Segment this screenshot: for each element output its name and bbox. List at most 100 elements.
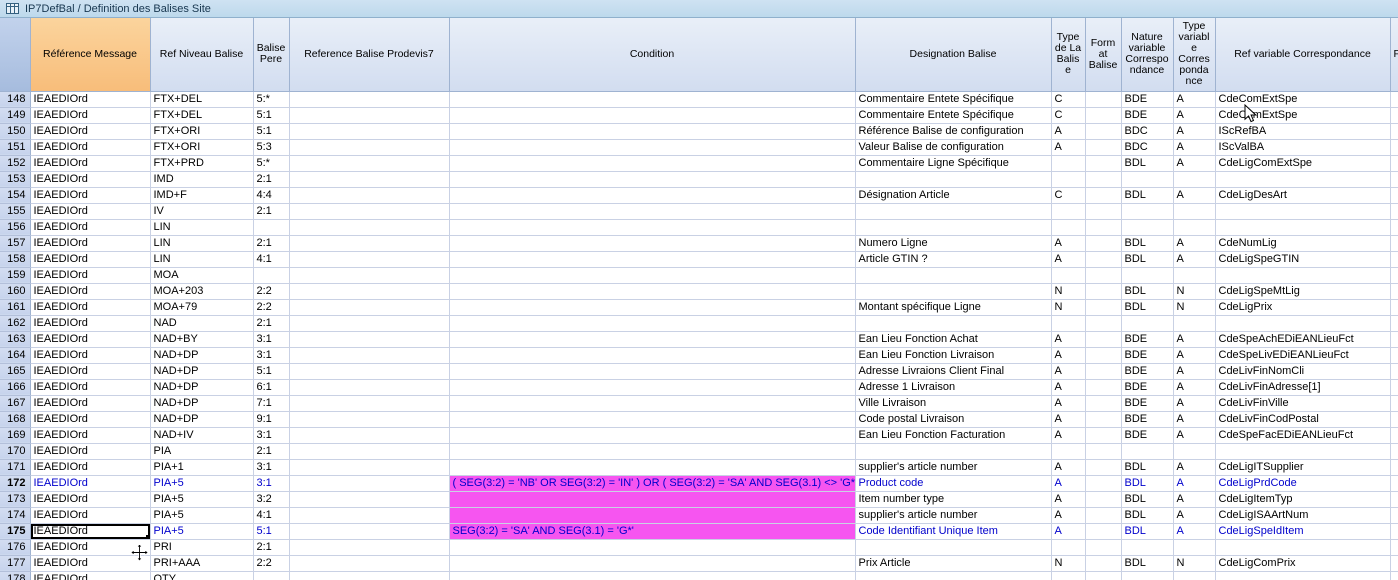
cell-166-ref_prodevis7[interactable] — [289, 379, 449, 395]
cell-148-ref_message[interactable]: IEAEDIOrd — [30, 91, 150, 107]
cell-165-nature_var[interactable]: BDE — [1121, 363, 1173, 379]
cell-163-balise_pere[interactable]: 3:1 — [253, 331, 289, 347]
column-header-partial[interactable]: F — [1390, 18, 1398, 91]
cell-162-designation[interactable] — [855, 315, 1051, 331]
cell-175-ref_var[interactable]: CdeLigSpeIdItem — [1215, 523, 1390, 539]
cell-159-type_balise[interactable] — [1051, 267, 1085, 283]
cell-175-designation[interactable]: Code Identifiant Unique Item — [855, 523, 1051, 539]
cell-154-type_var[interactable]: A — [1173, 187, 1215, 203]
cell-167-designation[interactable]: Ville Livraison — [855, 395, 1051, 411]
cell-150-ref_prodevis7[interactable] — [289, 123, 449, 139]
cell-169-balise_pere[interactable]: 3:1 — [253, 427, 289, 443]
cell-168-balise_pere[interactable]: 9:1 — [253, 411, 289, 427]
cell-178-type_var[interactable] — [1173, 571, 1215, 580]
cell-176-ref_niveau[interactable]: PRI — [150, 539, 253, 555]
row-header-176[interactable]: 176 — [0, 539, 30, 555]
cell-172-ref_var[interactable]: CdeLigPrdCode — [1215, 475, 1390, 491]
cell-174-designation[interactable]: supplier's article number — [855, 507, 1051, 523]
cell-156-type_balise[interactable] — [1051, 219, 1085, 235]
cell-157-type_balise[interactable]: A — [1051, 235, 1085, 251]
cell-150-type_var[interactable]: A — [1173, 123, 1215, 139]
cell-161-type_var[interactable]: N — [1173, 299, 1215, 315]
cell-169-ref_niveau[interactable]: NAD+IV — [150, 427, 253, 443]
cell-166-designation[interactable]: Adresse 1 Livraison — [855, 379, 1051, 395]
cell-173-partial[interactable] — [1390, 491, 1398, 507]
cell-169-ref_var[interactable]: CdeSpeFacEDiEANLieuFct — [1215, 427, 1390, 443]
cell-148-ref_niveau[interactable]: FTX+DEL — [150, 91, 253, 107]
cell-171-condition[interactable] — [449, 459, 855, 475]
cell-167-ref_niveau[interactable]: NAD+DP — [150, 395, 253, 411]
cell-174-ref_var[interactable]: CdeLigISAArtNum — [1215, 507, 1390, 523]
cell-148-condition[interactable] — [449, 91, 855, 107]
cell-162-type_balise[interactable] — [1051, 315, 1085, 331]
row-header-164[interactable]: 164 — [0, 347, 30, 363]
cell-162-ref_prodevis7[interactable] — [289, 315, 449, 331]
cell-169-type_var[interactable]: A — [1173, 427, 1215, 443]
cell-153-type_var[interactable] — [1173, 171, 1215, 187]
cell-175-type_var[interactable]: A — [1173, 523, 1215, 539]
cell-175-condition[interactable]: SEG(3:2) = 'SA' AND SEG(3.1) = 'G*' — [449, 523, 855, 539]
cell-153-format_balise[interactable] — [1085, 171, 1121, 187]
cell-155-type_var[interactable] — [1173, 203, 1215, 219]
cell-169-format_balise[interactable] — [1085, 427, 1121, 443]
cell-170-condition[interactable] — [449, 443, 855, 459]
cell-166-balise_pere[interactable]: 6:1 — [253, 379, 289, 395]
cell-150-nature_var[interactable]: BDC — [1121, 123, 1173, 139]
cell-162-ref_message[interactable]: IEAEDIOrd — [30, 315, 150, 331]
cell-162-type_var[interactable] — [1173, 315, 1215, 331]
row-header-157[interactable]: 157 — [0, 235, 30, 251]
cell-172-type_var[interactable]: A — [1173, 475, 1215, 491]
cell-162-ref_niveau[interactable]: NAD — [150, 315, 253, 331]
cell-168-partial[interactable] — [1390, 411, 1398, 427]
cell-161-format_balise[interactable] — [1085, 299, 1121, 315]
cell-158-type_var[interactable]: A — [1173, 251, 1215, 267]
cell-172-designation[interactable]: Product code — [855, 475, 1051, 491]
cell-178-partial[interactable] — [1390, 571, 1398, 580]
cell-151-type_balise[interactable]: A — [1051, 139, 1085, 155]
cell-150-partial[interactable] — [1390, 123, 1398, 139]
cell-170-nature_var[interactable] — [1121, 443, 1173, 459]
cell-148-partial[interactable] — [1390, 91, 1398, 107]
row-header-155[interactable]: 155 — [0, 203, 30, 219]
cell-163-condition[interactable] — [449, 331, 855, 347]
cell-177-ref_niveau[interactable]: PRI+AAA — [150, 555, 253, 571]
cell-153-type_balise[interactable] — [1051, 171, 1085, 187]
cell-155-ref_message[interactable]: IEAEDIOrd — [30, 203, 150, 219]
cell-164-designation[interactable]: Ean Lieu Fonction Livraison — [855, 347, 1051, 363]
cell-168-ref_niveau[interactable]: NAD+DP — [150, 411, 253, 427]
row-header-174[interactable]: 174 — [0, 507, 30, 523]
cell-176-ref_message[interactable]: IEAEDIOrd — [30, 539, 150, 555]
cell-168-format_balise[interactable] — [1085, 411, 1121, 427]
cell-158-condition[interactable] — [449, 251, 855, 267]
cell-152-nature_var[interactable]: BDL — [1121, 155, 1173, 171]
cell-171-partial[interactable] — [1390, 459, 1398, 475]
cell-157-type_var[interactable]: A — [1173, 235, 1215, 251]
cell-152-condition[interactable] — [449, 155, 855, 171]
cell-151-format_balise[interactable] — [1085, 139, 1121, 155]
cell-156-balise_pere[interactable] — [253, 219, 289, 235]
row-header-168[interactable]: 168 — [0, 411, 30, 427]
cell-172-balise_pere[interactable]: 3:1 — [253, 475, 289, 491]
cell-164-type_var[interactable]: A — [1173, 347, 1215, 363]
cell-174-nature_var[interactable]: BDL — [1121, 507, 1173, 523]
cell-158-designation[interactable]: Article GTIN ? — [855, 251, 1051, 267]
cell-165-ref_niveau[interactable]: NAD+DP — [150, 363, 253, 379]
cell-162-partial[interactable] — [1390, 315, 1398, 331]
row-header-159[interactable]: 159 — [0, 267, 30, 283]
row-header-166[interactable]: 166 — [0, 379, 30, 395]
cell-175-ref_prodevis7[interactable] — [289, 523, 449, 539]
cell-167-nature_var[interactable]: BDE — [1121, 395, 1173, 411]
cell-173-ref_prodevis7[interactable] — [289, 491, 449, 507]
cell-149-ref_message[interactable]: IEAEDIOrd — [30, 107, 150, 123]
cell-162-format_balise[interactable] — [1085, 315, 1121, 331]
cell-158-format_balise[interactable] — [1085, 251, 1121, 267]
cell-154-balise_pere[interactable]: 4:4 — [253, 187, 289, 203]
cell-171-nature_var[interactable]: BDL — [1121, 459, 1173, 475]
cell-167-ref_prodevis7[interactable] — [289, 395, 449, 411]
cell-160-ref_niveau[interactable]: MOA+203 — [150, 283, 253, 299]
cell-160-type_var[interactable]: N — [1173, 283, 1215, 299]
cell-159-ref_message[interactable]: IEAEDIOrd — [30, 267, 150, 283]
cell-169-condition[interactable] — [449, 427, 855, 443]
cell-168-ref_var[interactable]: CdeLivFinCodPostal — [1215, 411, 1390, 427]
cell-170-balise_pere[interactable]: 2:1 — [253, 443, 289, 459]
